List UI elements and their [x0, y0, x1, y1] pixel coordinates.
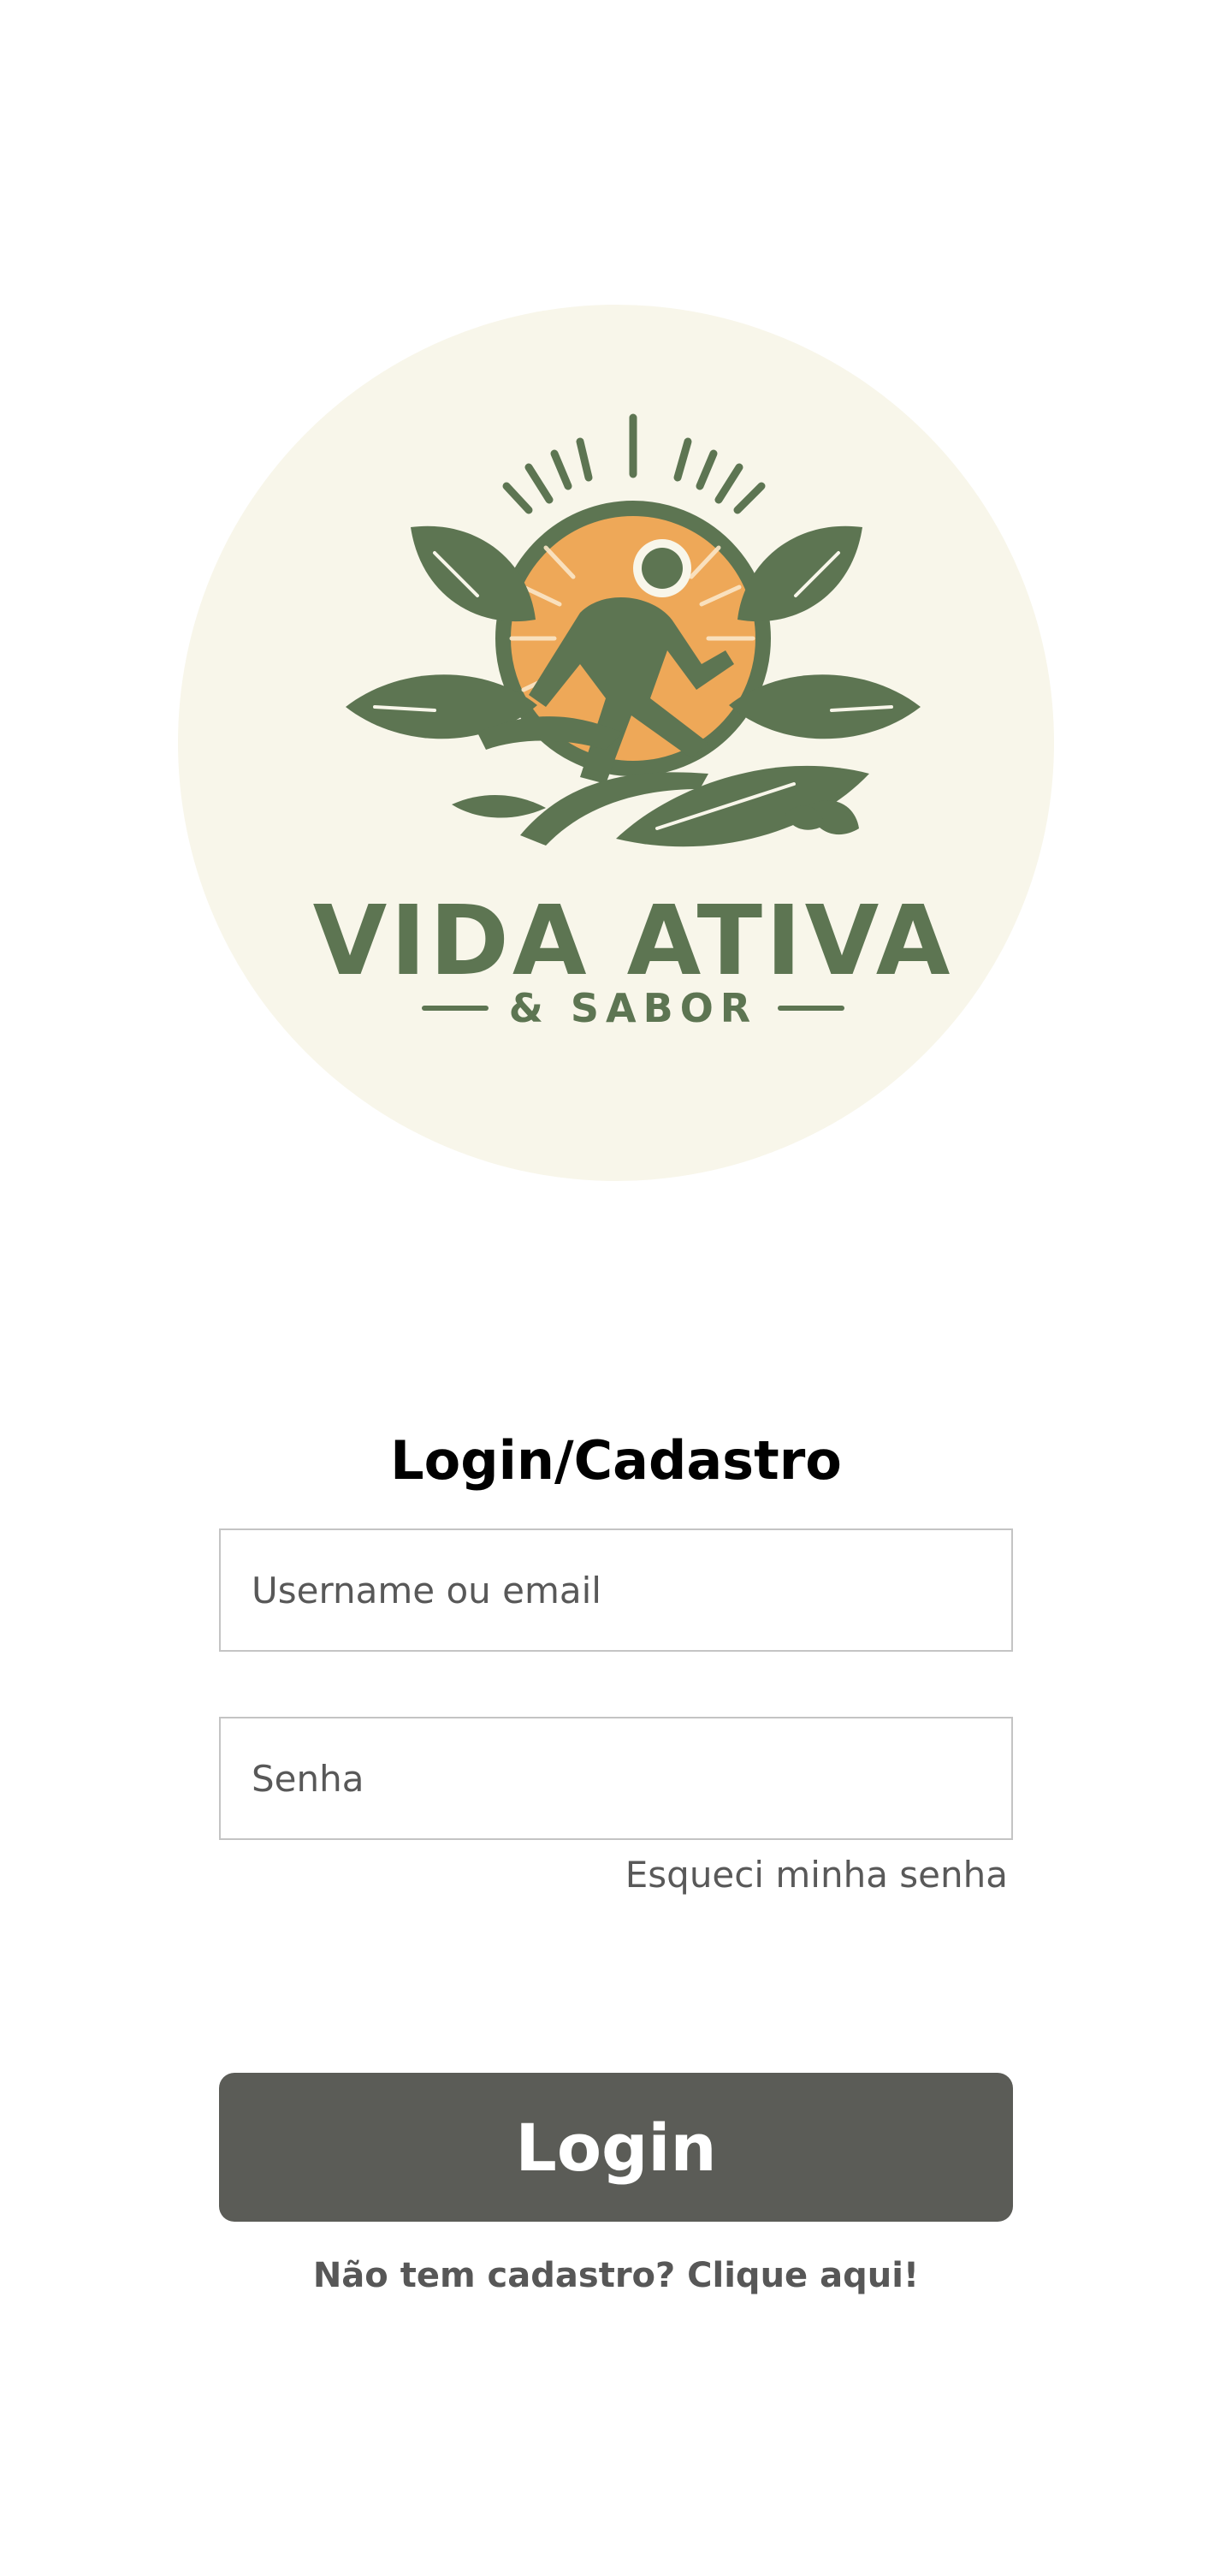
vida-ativa-logo: VIDA ATIVA & SABOR	[178, 305, 1054, 1181]
brand-subtitle: & SABOR	[509, 985, 757, 1031]
page-title: Login/Cadastro	[390, 1429, 842, 1492]
username-input[interactable]	[221, 1530, 1011, 1650]
password-field[interactable]	[219, 1717, 1013, 1840]
login-button[interactable]: Login	[219, 2073, 1013, 2222]
signup-link[interactable]: Não tem cadastro? Clique aqui!	[0, 2256, 1232, 2295]
password-input[interactable]	[221, 1718, 1011, 1838]
username-field[interactable]	[219, 1528, 1013, 1652]
brand-name: VIDA ATIVA	[313, 886, 954, 997]
forgot-password-link[interactable]: Esqueci minha senha	[625, 1854, 1008, 1896]
app-logo: VIDA ATIVA & SABOR	[178, 305, 1054, 1181]
